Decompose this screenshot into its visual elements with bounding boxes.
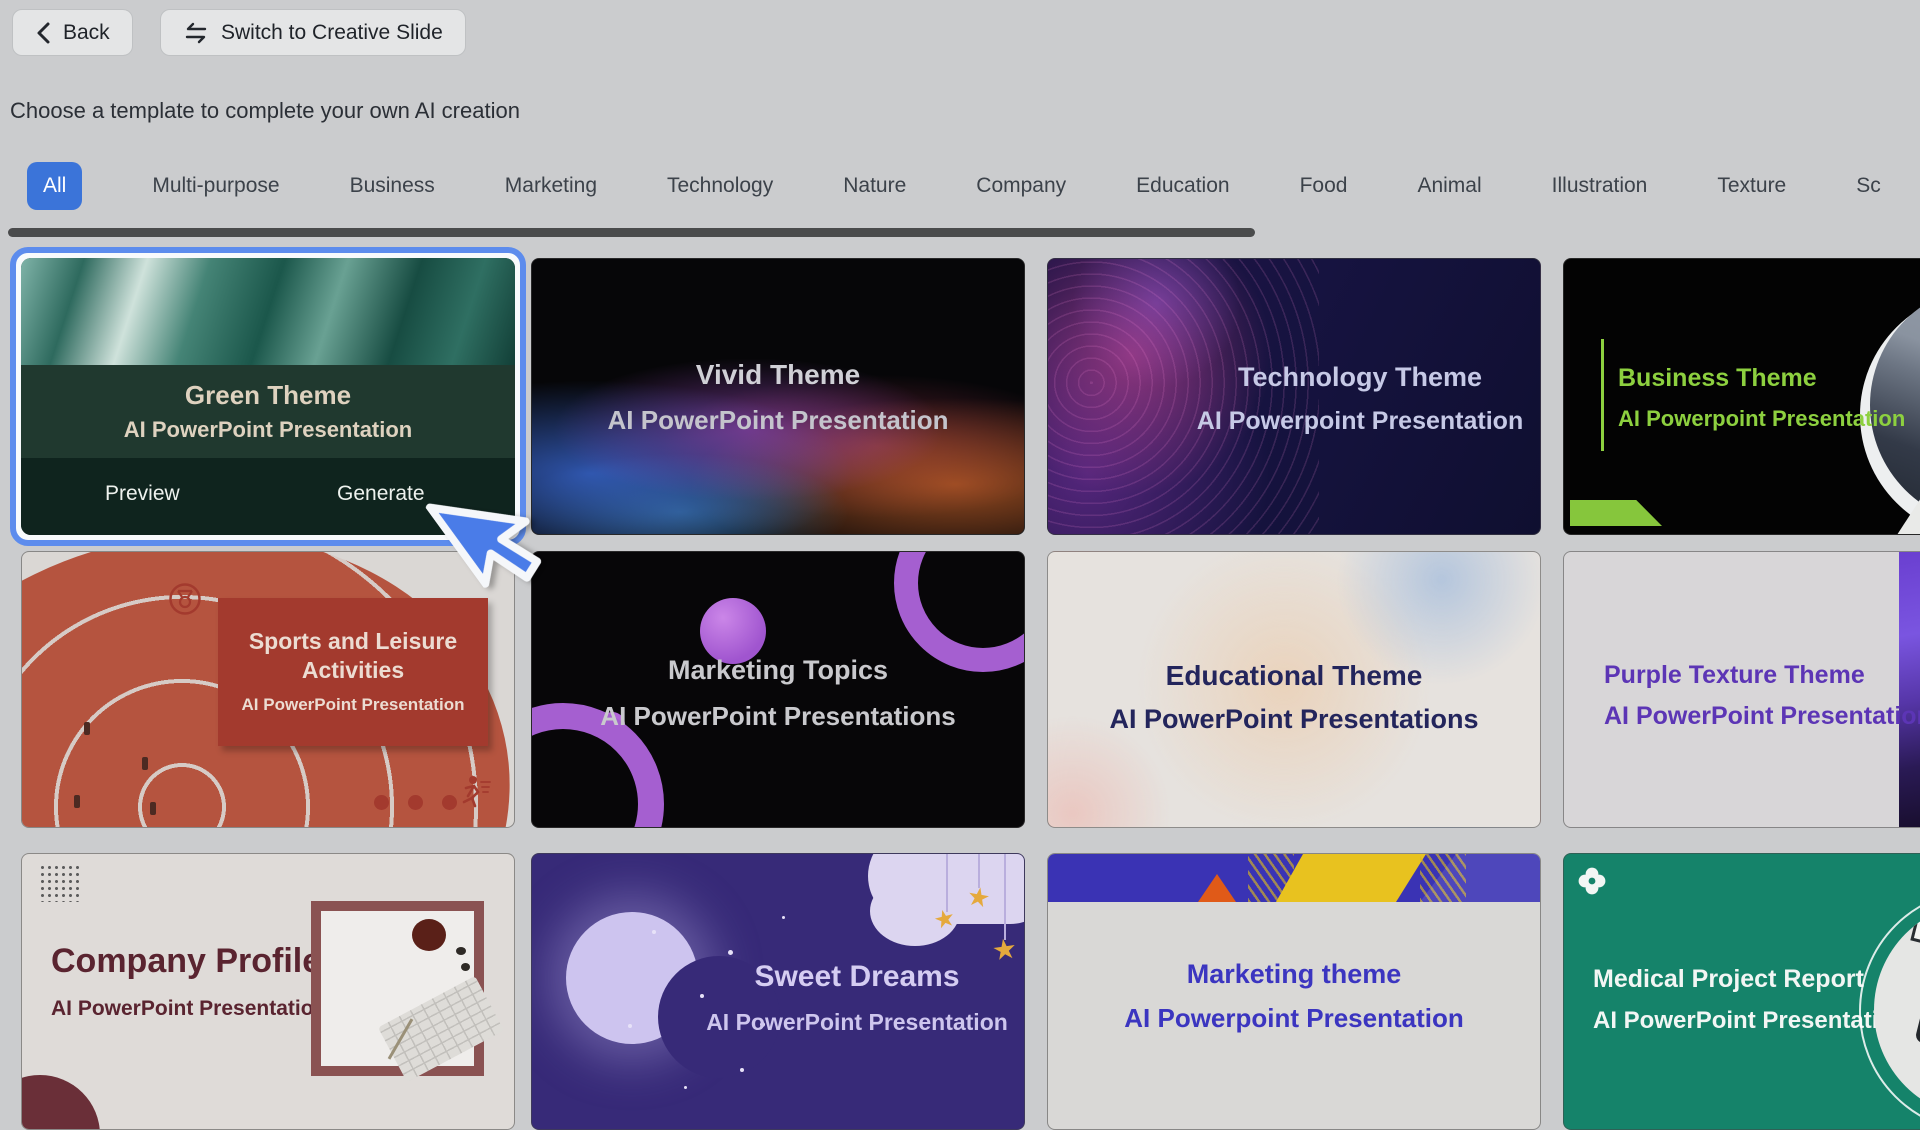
- star-dot: [782, 916, 785, 919]
- star-dot: [684, 1086, 687, 1089]
- dot-grid-decoration: [39, 864, 83, 902]
- header-band-graphic: [1048, 854, 1540, 902]
- back-button[interactable]: Back: [12, 9, 133, 56]
- tab-food[interactable]: Food: [1300, 174, 1348, 198]
- template-card-vivid-theme[interactable]: Vivid Theme AI PowerPoint Presentation: [531, 258, 1025, 535]
- star-dot: [728, 950, 733, 955]
- tab-animal[interactable]: Animal: [1417, 174, 1481, 198]
- template-subtitle: AI PowerPoint Presentation: [692, 1006, 1022, 1038]
- generate-button[interactable]: Generate: [337, 482, 425, 506]
- microscope-part: [1914, 925, 1920, 1056]
- maroon-corner-graphic: [21, 1075, 100, 1130]
- tab-technology[interactable]: Technology: [667, 174, 773, 198]
- template-subtitle: AI Powerpoint Presentation: [1618, 404, 1905, 435]
- desk-item: [461, 963, 470, 971]
- template-card-sports-leisure[interactable]: Sports and Leisure Activities AI PowerPo…: [21, 551, 515, 828]
- template-subtitle: AI PowerPoint Presentations: [1048, 701, 1540, 739]
- template-card-educational-theme[interactable]: Educational Theme AI PowerPoint Presenta…: [1047, 551, 1541, 828]
- template-subtitle: AI PowerPoint Presentation: [21, 417, 515, 443]
- tab-education[interactable]: Education: [1136, 174, 1229, 198]
- runner-icon: [452, 774, 492, 815]
- keyboard-graphic: [378, 976, 504, 1082]
- template-card-green-theme[interactable]: Green Theme AI PowerPoint Presentation P…: [21, 258, 515, 535]
- swap-arrows-icon: [183, 22, 209, 44]
- tab-all[interactable]: All: [27, 162, 82, 210]
- template-title: Business Theme: [1618, 361, 1905, 396]
- tab-texture[interactable]: Texture: [1717, 174, 1786, 198]
- desk-item: [456, 947, 466, 955]
- switch-button-label: Switch to Creative Slide: [221, 21, 443, 45]
- tab-company[interactable]: Company: [976, 174, 1066, 198]
- template-subtitle: AI Powerpoint Presentation: [1048, 1000, 1540, 1036]
- runner-figure: [84, 722, 90, 735]
- template-title: Vivid Theme: [532, 355, 1024, 394]
- template-title: Marketing theme: [1048, 956, 1540, 994]
- runner-figure: [150, 802, 156, 815]
- star-dot: [652, 930, 656, 934]
- template-title: Purple Texture Theme: [1604, 658, 1920, 693]
- card-action-bar: Preview Generate: [21, 458, 515, 535]
- tab-nature[interactable]: Nature: [843, 174, 906, 198]
- tab-marketing[interactable]: Marketing: [505, 174, 597, 198]
- template-title: Green Theme: [21, 380, 515, 411]
- switch-to-creative-slide-button[interactable]: Switch to Creative Slide: [160, 9, 466, 56]
- runner-figure: [142, 757, 148, 770]
- template-card-marketing-theme[interactable]: Marketing theme AI Powerpoint Presentati…: [1047, 853, 1541, 1130]
- template-card-company-profile[interactable]: Company Profile AI PowerPoint Presentati…: [21, 853, 515, 1130]
- template-card-purple-texture-theme[interactable]: Purple Texture Theme AI PowerPoint Prese…: [1563, 551, 1920, 828]
- runner-figure: [74, 795, 80, 808]
- category-tab-bar: All Multi-purpose Business Marketing Tec…: [27, 160, 1881, 212]
- star-dot: [628, 1024, 632, 1028]
- tab-science-cutoff[interactable]: Sc: [1856, 174, 1881, 198]
- template-card-business-theme[interactable]: Business Theme AI Powerpoint Presentatio…: [1563, 258, 1920, 535]
- template-card-marketing-topics[interactable]: Marketing Topics AI PowerPoint Presentat…: [531, 551, 1025, 828]
- star-string: [1004, 854, 1006, 940]
- template-card-sweet-dreams[interactable]: Sweet Dreams AI PowerPoint Presentation …: [531, 853, 1025, 1130]
- gold-star-icon: ★: [990, 934, 1019, 965]
- medical-clover-icon: [1577, 866, 1607, 901]
- star-dot: [740, 1068, 744, 1072]
- page-instruction: Choose a template to complete your own A…: [10, 98, 520, 124]
- chevron-left-icon: [35, 21, 51, 45]
- template-subtitle: AI Powerpoint Presentation: [1178, 404, 1541, 439]
- tab-illustration[interactable]: Illustration: [1552, 174, 1648, 198]
- selected-template-highlight: Green Theme AI PowerPoint Presentation P…: [10, 247, 526, 546]
- template-subtitle: AI PowerPoint Presentation: [1604, 699, 1920, 734]
- template-title: Educational Theme: [1048, 656, 1540, 695]
- tab-business[interactable]: Business: [350, 174, 435, 198]
- green-parallelogram-graphic: [1570, 500, 1662, 526]
- template-subtitle: AI PowerPoint Presentation: [228, 693, 478, 717]
- template-title: Sports and Leisure Activities: [228, 627, 478, 685]
- template-title: Marketing Topics: [532, 652, 1024, 690]
- desk-photo-frame: [311, 901, 484, 1076]
- gold-star-icon: ★: [965, 882, 992, 912]
- preview-button[interactable]: Preview: [105, 482, 180, 506]
- tab-multi-purpose[interactable]: Multi-purpose: [152, 174, 279, 198]
- template-title: Sweet Dreams: [692, 956, 1022, 998]
- yellow-shape: [1276, 854, 1426, 902]
- template-subtitle: AI PowerPoint Presentation: [51, 994, 326, 1023]
- tab-scrollbar[interactable]: [8, 228, 1255, 237]
- orange-triangle: [1198, 874, 1236, 902]
- template-card-medical-project-report[interactable]: Medical Project Report AI PowerPoint Pre…: [1563, 853, 1920, 1130]
- template-subtitle: AI PowerPoint Presentation: [532, 402, 1024, 438]
- star-string: [946, 854, 948, 912]
- template-title: Technology Theme: [1178, 359, 1541, 397]
- template-card-technology-theme[interactable]: Technology Theme AI Powerpoint Presentat…: [1047, 258, 1541, 535]
- accent-line: [1601, 339, 1604, 451]
- crescent-moon-graphic: [566, 912, 698, 1044]
- template-title: Company Profile: [51, 938, 326, 986]
- coffee-cup-graphic: [412, 919, 446, 951]
- back-button-label: Back: [63, 21, 110, 45]
- dot-decoration: [374, 795, 457, 810]
- green-waves-graphic: [21, 258, 515, 365]
- template-subtitle: AI PowerPoint Presentations: [532, 698, 1024, 734]
- medal-icon: [168, 582, 202, 621]
